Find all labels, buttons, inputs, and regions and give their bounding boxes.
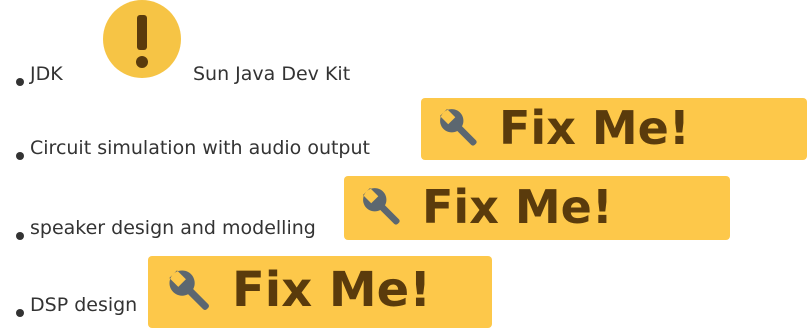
wrench-icon (169, 270, 209, 310)
fixme-label: Fix Me! (232, 262, 432, 318)
list-item: DSP design Fix Me! (16, 0, 806, 333)
bullet-list: JDK Sun Java Dev Kit Circuit simulation … (0, 0, 809, 333)
fixme-badge: Fix Me! (148, 256, 492, 328)
list-item-text: DSP design (30, 294, 138, 316)
bullet-dot (16, 309, 24, 317)
